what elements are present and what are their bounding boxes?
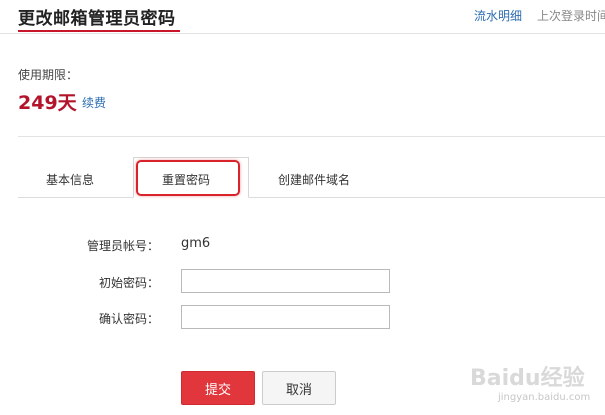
- admin-account-value: gm6: [181, 236, 211, 251]
- cancel-button[interactable]: 取消: [262, 371, 336, 405]
- confirm-password-label: 确认密码：: [99, 312, 160, 326]
- tab-basic-info[interactable]: 基本信息: [46, 171, 94, 188]
- tab-reset-password-label[interactable]: 重置密码: [162, 171, 210, 188]
- section-divider: [18, 136, 605, 137]
- page-title: 更改邮箱管理员密码: [18, 9, 176, 29]
- title-underline: [18, 30, 180, 32]
- initial-password-label: 初始密码：: [99, 276, 160, 290]
- watermark-url: jingyan.baidu.com: [498, 392, 591, 403]
- admin-account-label: 管理员帐号：: [87, 239, 160, 253]
- confirm-password-input[interactable]: [181, 305, 390, 329]
- last-login-time-label: 上次登录时间: [537, 9, 605, 23]
- initial-password-input[interactable]: [181, 269, 390, 293]
- page-header: 更改邮箱管理员密码 流水明细 上次登录时间: [0, 0, 605, 34]
- usage-period-label: 使用期限：: [18, 68, 79, 82]
- tab-create-mail-domain[interactable]: 创建邮件域名: [278, 171, 350, 188]
- transaction-details-link[interactable]: 流水明细: [474, 7, 522, 24]
- submit-button[interactable]: 提交: [181, 371, 255, 405]
- renew-link[interactable]: 续费: [82, 94, 106, 111]
- watermark-logo: Baidu经验: [470, 366, 585, 391]
- usage-period-value: 249天: [18, 92, 77, 114]
- tabs-baseline: [18, 197, 605, 198]
